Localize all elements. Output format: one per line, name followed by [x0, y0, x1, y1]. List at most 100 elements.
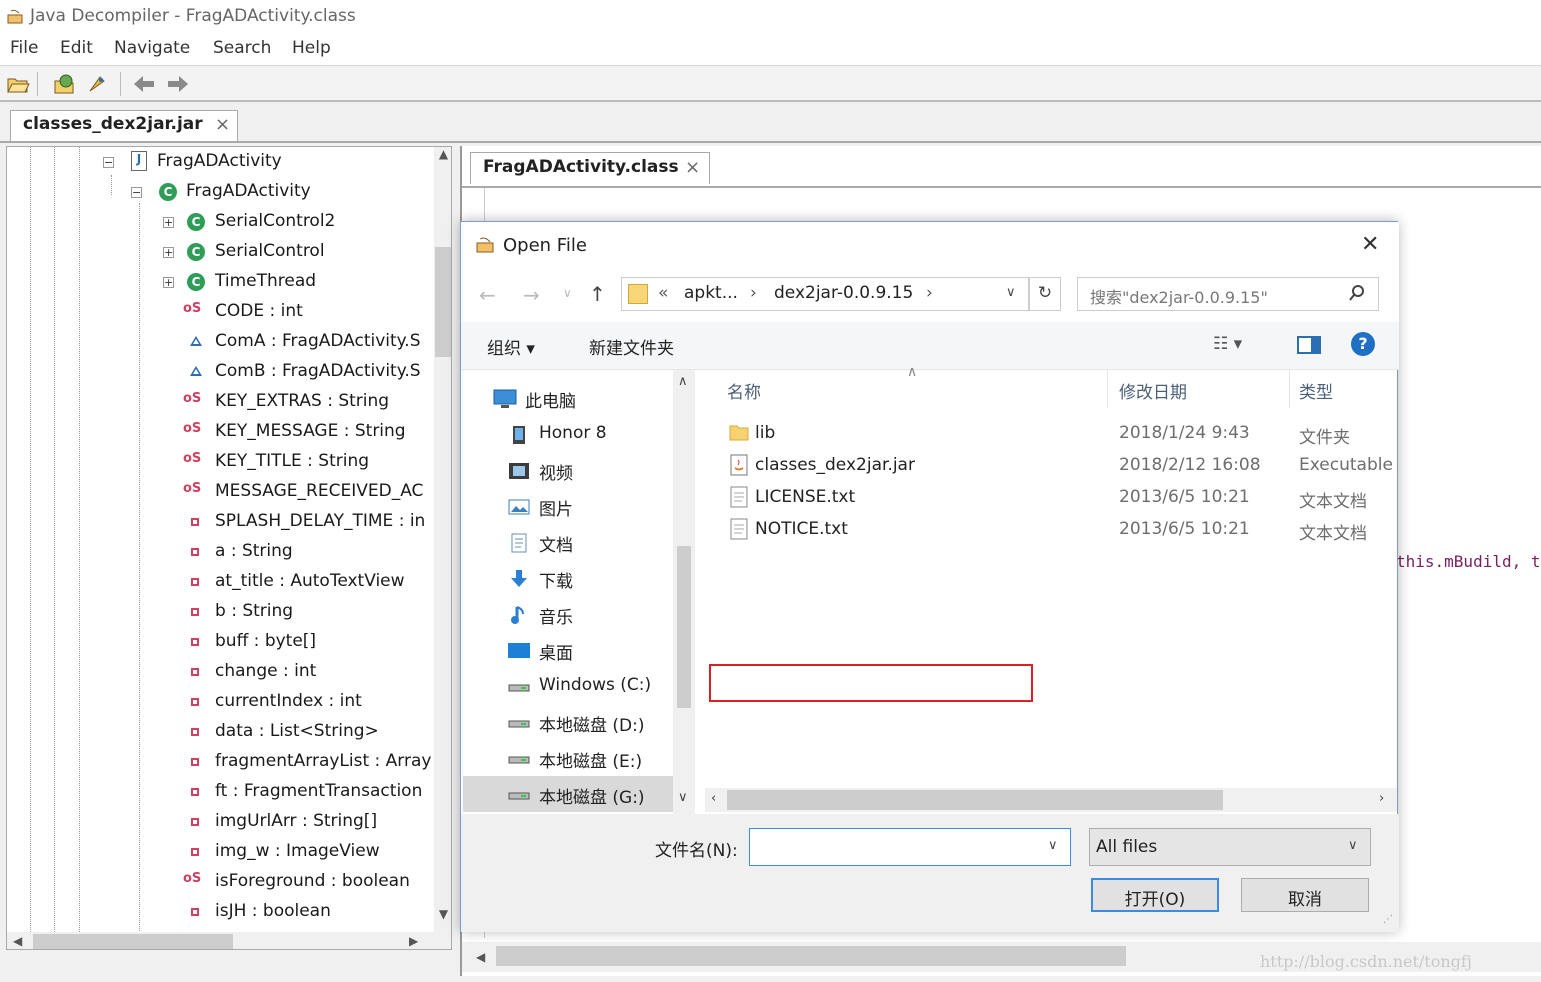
scroll-thumb[interactable]: [677, 546, 691, 708]
scroll-up-icon[interactable]: ▲: [434, 147, 451, 169]
nav-item[interactable]: Honor 8: [463, 416, 673, 452]
class-tree[interactable]: − J FragADActivity − C FragADActivity + C…: [6, 146, 452, 950]
up-arrow-icon[interactable]: ↑: [589, 282, 606, 306]
close-icon[interactable]: ✕: [1361, 232, 1379, 257]
column-type[interactable]: 类型: [1299, 378, 1333, 403]
nav-item[interactable]: 下载: [463, 560, 673, 596]
file-row[interactable]: classes_dex2jar.jar 2018/2/12 16:08 Execut…: [705, 450, 1397, 482]
menu-help[interactable]: Help: [292, 38, 331, 58]
file-type: 文本文档: [1299, 524, 1367, 544]
expand-icon[interactable]: +: [163, 217, 174, 228]
view-options-icon[interactable]: ☷ ▾: [1213, 334, 1242, 354]
resize-grip-icon[interactable]: ⋰: [1383, 914, 1393, 925]
nav-item[interactable]: 此电脑: [463, 380, 673, 416]
nav-label: 图片: [539, 500, 573, 520]
new-folder-button[interactable]: 新建文件夹: [589, 334, 674, 359]
scroll-up-icon[interactable]: ∧: [678, 374, 688, 389]
scroll-right-icon[interactable]: ▶: [409, 934, 418, 948]
scroll-thumb[interactable]: [496, 946, 1126, 966]
nav-scrollbar[interactable]: ∧ ∨: [673, 370, 695, 814]
private-field-icon: [191, 548, 199, 556]
back-arrow-icon[interactable]: [132, 73, 156, 95]
path-segment-dex2jar[interactable]: dex2jar-0.0.9.15: [774, 283, 913, 303]
nav-item[interactable]: 音乐: [463, 596, 673, 632]
menu-edit[interactable]: Edit: [60, 38, 93, 58]
nav-label: Windows (C:): [539, 675, 652, 695]
file-row[interactable]: NOTICE.txt 2013/6/5 10:21 文本文档: [705, 514, 1397, 546]
scroll-thumb[interactable]: [33, 934, 233, 949]
file-list[interactable]: 名称 ∧ 修改日期 类型 lib 2018/1/24 9:43 文件夹 classes…: [705, 364, 1397, 814]
help-icon[interactable]: ?: [1351, 332, 1375, 356]
open-button[interactable]: 打开(O): [1091, 878, 1219, 912]
dialog-title: Open File: [503, 235, 587, 256]
file-row[interactable]: LICENSE.txt 2013/6/5 10:21 文本文档: [705, 482, 1397, 514]
nav-item[interactable]: 本地磁盘 (G:): [463, 776, 673, 812]
tab-frag-class[interactable]: FragADActivity.class ×: [470, 152, 710, 184]
chevron-down-icon[interactable]: ∨: [1048, 838, 1058, 853]
nav-item[interactable]: 文档: [463, 524, 673, 560]
collapse-icon[interactable]: −: [103, 157, 114, 168]
organize-button[interactable]: 组织 ▾: [487, 334, 535, 359]
close-icon[interactable]: ×: [215, 114, 230, 135]
open-file-dialog: Open File ✕ ← → ∨ ↑ « apkt... › dex2jar-…: [460, 221, 1399, 932]
open-folder-icon[interactable]: [6, 73, 30, 95]
nav-item[interactable]: 视频: [463, 452, 673, 488]
chevron-down-icon[interactable]: ∨: [1348, 838, 1358, 853]
file-type-select[interactable]: All files ∨: [1089, 828, 1371, 866]
tree-label: isJH : boolean: [215, 901, 331, 921]
nav-label: 本地磁盘 (G:): [539, 788, 645, 808]
menu-navigate[interactable]: Navigate: [114, 38, 190, 58]
path-overflow[interactable]: «: [658, 283, 668, 303]
refresh-icon[interactable]: ↻: [1029, 277, 1061, 311]
expand-icon[interactable]: +: [163, 247, 174, 258]
nav-item[interactable]: 本地磁盘 (E:): [463, 740, 673, 776]
nav-item[interactable]: 桌面: [463, 632, 673, 668]
cancel-button[interactable]: 取消: [1241, 878, 1369, 912]
forward-arrow-icon[interactable]: [166, 73, 190, 95]
menu-search[interactable]: Search: [213, 38, 271, 58]
menu-file[interactable]: File: [10, 38, 38, 58]
scroll-down-icon[interactable]: ▼: [434, 907, 451, 929]
search-rocket-icon[interactable]: [86, 73, 110, 95]
search-input[interactable]: 搜索"dex2jar-0.0.9.15": [1077, 277, 1379, 311]
close-icon[interactable]: ×: [685, 157, 700, 178]
file-hscrollbar[interactable]: ‹ ›: [705, 788, 1397, 812]
protected-field-icon: [190, 336, 202, 346]
collapse-icon[interactable]: −: [131, 187, 142, 198]
tree-label: img_w : ImageView: [215, 841, 380, 861]
chevron-down-icon[interactable]: ∨: [1006, 285, 1016, 300]
filename-input[interactable]: ∨: [749, 828, 1071, 866]
column-name[interactable]: 名称: [727, 378, 761, 403]
address-bar[interactable]: « apkt... › dex2jar-0.0.9.15 › ∨: [621, 277, 1029, 311]
open-type-icon[interactable]: [52, 73, 76, 95]
path-segment-apkt[interactable]: apkt...: [684, 283, 738, 303]
tree-label: KEY_MESSAGE : String: [215, 421, 406, 441]
chevron-down-icon[interactable]: ∨: [563, 286, 572, 300]
forward-arrow-icon[interactable]: →: [523, 283, 540, 307]
scroll-left-icon[interactable]: ◀: [476, 950, 485, 964]
preview-pane-icon[interactable]: [1297, 336, 1321, 354]
tab-classes-jar[interactable]: classes_dex2jar.jar ×: [10, 110, 238, 142]
nav-item[interactable]: 图片: [463, 488, 673, 524]
private-field-icon: [191, 848, 199, 856]
column-modified[interactable]: 修改日期: [1119, 378, 1187, 403]
scroll-thumb[interactable]: [727, 790, 1223, 810]
horizontal-scrollbar[interactable]: ◀ ▶: [7, 932, 451, 949]
scroll-right-icon[interactable]: ›: [1379, 791, 1384, 806]
static-field-icon: oS: [183, 421, 202, 436]
search-icon[interactable]: [1348, 283, 1366, 308]
vertical-scrollbar[interactable]: ▲ ▼: [434, 147, 451, 949]
file-row[interactable]: lib 2018/1/24 9:43 文件夹: [705, 418, 1397, 450]
tree-label: KEY_TITLE : String: [215, 451, 370, 471]
back-arrow-icon[interactable]: ←: [479, 283, 496, 307]
scroll-left-icon[interactable]: ◀: [13, 934, 22, 948]
nav-item[interactable]: Windows (C:): [463, 668, 673, 704]
nav-item[interactable]: 本地磁盘 (D:): [463, 704, 673, 740]
navigation-pane[interactable]: 此电脑 Honor 8 视频图片文档下载 音乐 桌面 Windows (C:) 本地磁盘 (…: [463, 370, 695, 814]
scroll-down-icon[interactable]: ∨: [678, 790, 688, 805]
drive-icon: [507, 785, 531, 805]
scroll-left-icon[interactable]: ‹: [711, 791, 716, 806]
scroll-thumb[interactable]: [435, 247, 451, 357]
expand-icon[interactable]: +: [163, 277, 174, 288]
nav-label: 文档: [539, 536, 573, 556]
